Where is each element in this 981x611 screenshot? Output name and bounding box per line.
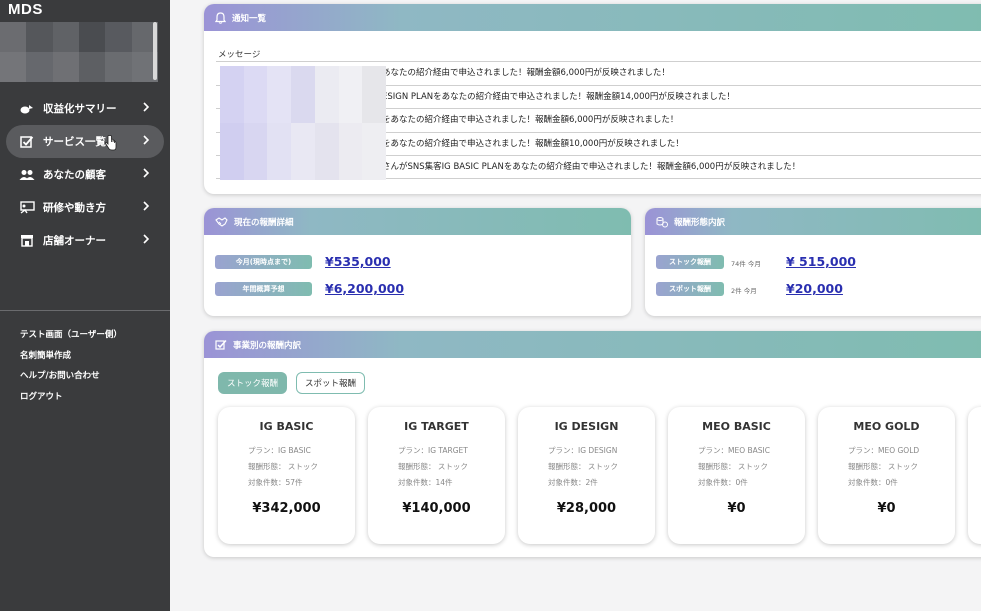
chart-icon (19, 101, 35, 117)
redacted-names (220, 66, 386, 180)
card-header: 事業別の報酬内訳 (204, 331, 981, 358)
plan-card-meo-gold[interactable]: MEO GOLD プラン：MEO GOLD 報酬形態： ストック 対象件数：0件… (818, 407, 955, 544)
sidebar-nav: 収益化サマリー サービス一覧 あなたの顧客 研修や動き方 店舗オーナー (0, 92, 170, 257)
label-spot-reward: スポット報酬 (656, 282, 724, 296)
plan-reward-type: 報酬形態： ストック (248, 462, 318, 471)
label-this-month: 今月(現時点まで) (215, 255, 312, 269)
hand-cursor-icon (104, 135, 117, 151)
bell-icon (215, 11, 226, 24)
plan-card-partial[interactable] (968, 407, 981, 544)
card-header: 通知一覧 (204, 4, 981, 31)
sidebar-item-label: あなたの顧客 (43, 169, 106, 181)
stock-reward-amount[interactable]: ¥ 515,000 (786, 254, 856, 269)
plan-detail: プラン：IG DESIGN (548, 446, 618, 455)
tab-spot-reward[interactable]: スポット報酬 (296, 372, 365, 394)
plan-count: 対象件数：2件 (548, 478, 598, 487)
sidebar-item-label: サービス一覧 (43, 136, 106, 148)
link-test-screen[interactable]: テスト画面（ユーザー側） (20, 328, 122, 349)
checkbox-icon (19, 134, 35, 150)
plan-detail: プラン：MEO BASIC (698, 446, 770, 455)
plan-reward-type: 報酬形態： ストック (398, 462, 468, 471)
plan-amount: ¥140,000 (402, 501, 471, 516)
plan-name: MEO GOLD (853, 420, 920, 433)
column-header-message: メッセージ (218, 50, 261, 60)
plan-reward-type: 報酬形態： ストック (698, 462, 768, 471)
sidebar-item-label: 店舗オーナー (43, 235, 106, 247)
training-icon (19, 200, 35, 216)
people-icon (19, 167, 35, 183)
plan-name: IG BASIC (259, 420, 314, 433)
link-logout[interactable]: ログアウト (20, 390, 122, 411)
link-help[interactable]: ヘルプ/お問い合わせ (20, 369, 122, 390)
card-header: 報酬形態内訳 (645, 208, 981, 235)
plan-card-meo-basic[interactable]: MEO BASIC プラン：MEO BASIC 報酬形態： ストック 対象件数：… (668, 407, 805, 544)
sidebar-item-customers[interactable]: あなたの顧客 (6, 158, 164, 191)
reward-breakdown-card: 報酬形態内訳 ストック報酬 74件 今月 ¥ 515,000 スポット報酬 2件… (645, 208, 981, 316)
handshake-icon (215, 217, 228, 227)
annual-estimate-amount[interactable]: ¥6,200,000 (325, 281, 404, 296)
plan-reward-type: 報酬形態： ストック (848, 462, 918, 471)
card-title: 報酬形態内訳 (674, 217, 726, 228)
user-profile-blurred (0, 22, 158, 82)
card-title: 現在の報酬詳細 (234, 217, 294, 228)
sidebar-item-store-owner[interactable]: 店舗オーナー (6, 224, 164, 257)
chevron-right-icon (143, 201, 150, 211)
plan-amount: ¥0 (727, 501, 746, 516)
sidebar-divider (0, 310, 170, 311)
sidebar-links: テスト画面（ユーザー側） 名刺簡単作成 ヘルプ/お問い合わせ ログアウト (20, 328, 122, 410)
sidebar-item-training[interactable]: 研修や動き方 (6, 191, 164, 224)
sidebar-item-label: 研修や動き方 (43, 202, 106, 214)
coins-icon (656, 216, 668, 227)
plan-amount: ¥28,000 (556, 501, 617, 516)
plan-card-ig-basic[interactable]: IG BASIC プラン：IG BASIC 報酬形態： ストック 対象件数：57… (218, 407, 355, 544)
plan-amount: ¥342,000 (252, 501, 321, 516)
chevron-right-icon (143, 135, 150, 145)
spot-reward-amount[interactable]: ¥20,000 (786, 281, 843, 296)
plan-count: 対象件数：57件 (248, 478, 303, 487)
notifications-card: 通知一覧 メッセージ あなたの紹介経由で申込されました！報酬金額6,000円が反… (204, 4, 981, 194)
store-icon (19, 233, 35, 249)
plan-count: 対象件数：14件 (398, 478, 453, 487)
chevron-right-icon (143, 234, 150, 244)
plan-card-ig-target[interactable]: IG TARGET プラン：IG TARGET 報酬形態： ストック 対象件数：… (368, 407, 505, 544)
plan-count: 対象件数：0件 (698, 478, 748, 487)
sidebar-scrollbar[interactable] (153, 22, 157, 80)
sidebar-item-revenue-summary[interactable]: 収益化サマリー (6, 92, 164, 125)
plan-card-ig-design[interactable]: IG DESIGN プラン：IG DESIGN 報酬形態： ストック 対象件数：… (518, 407, 655, 544)
card-header: 現在の報酬詳細 (204, 208, 631, 235)
card-title: 事業別の報酬内訳 (233, 340, 302, 351)
plan-name: IG TARGET (404, 420, 469, 433)
spot-count-note: 2件 今月 (731, 287, 757, 295)
plan-detail: プラン：MEO GOLD (848, 446, 920, 455)
stock-count-note: 74件 今月 (731, 260, 761, 268)
checkbox-icon (215, 339, 227, 350)
plan-count: 対象件数：0件 (848, 478, 898, 487)
plan-name: IG DESIGN (554, 420, 619, 433)
chevron-right-icon (143, 168, 150, 178)
current-rewards-card: 現在の報酬詳細 今月(現時点まで) ¥535,000 年間概算予想 ¥6,200… (204, 208, 631, 316)
sidebar-item-label: 収益化サマリー (43, 103, 117, 115)
business-rewards-card: 事業別の報酬内訳 ストック報酬 スポット報酬 IG BASIC プラン：IG B… (204, 331, 981, 557)
sidebar: MDS 収益化サマリー サービス一覧 あなたの顧客 研修や動き方 店舗オーナー … (0, 0, 170, 611)
card-title: 通知一覧 (232, 13, 267, 24)
this-month-amount[interactable]: ¥535,000 (325, 254, 391, 269)
label-annual-estimate: 年間概算予想 (215, 282, 312, 296)
link-business-card[interactable]: 名刺簡単作成 (20, 349, 122, 370)
label-stock-reward: ストック報酬 (656, 255, 724, 269)
plan-name: MEO BASIC (702, 420, 771, 433)
plan-detail: プラン：IG TARGET (398, 446, 468, 455)
tab-stock-reward[interactable]: ストック報酬 (218, 372, 287, 394)
sidebar-item-services[interactable]: サービス一覧 (6, 125, 164, 158)
app-logo[interactable]: MDS (8, 1, 43, 18)
plan-reward-type: 報酬形態： ストック (548, 462, 618, 471)
chevron-right-icon (143, 102, 150, 112)
plan-amount: ¥0 (877, 501, 896, 516)
plan-detail: プラン：IG BASIC (248, 446, 311, 455)
